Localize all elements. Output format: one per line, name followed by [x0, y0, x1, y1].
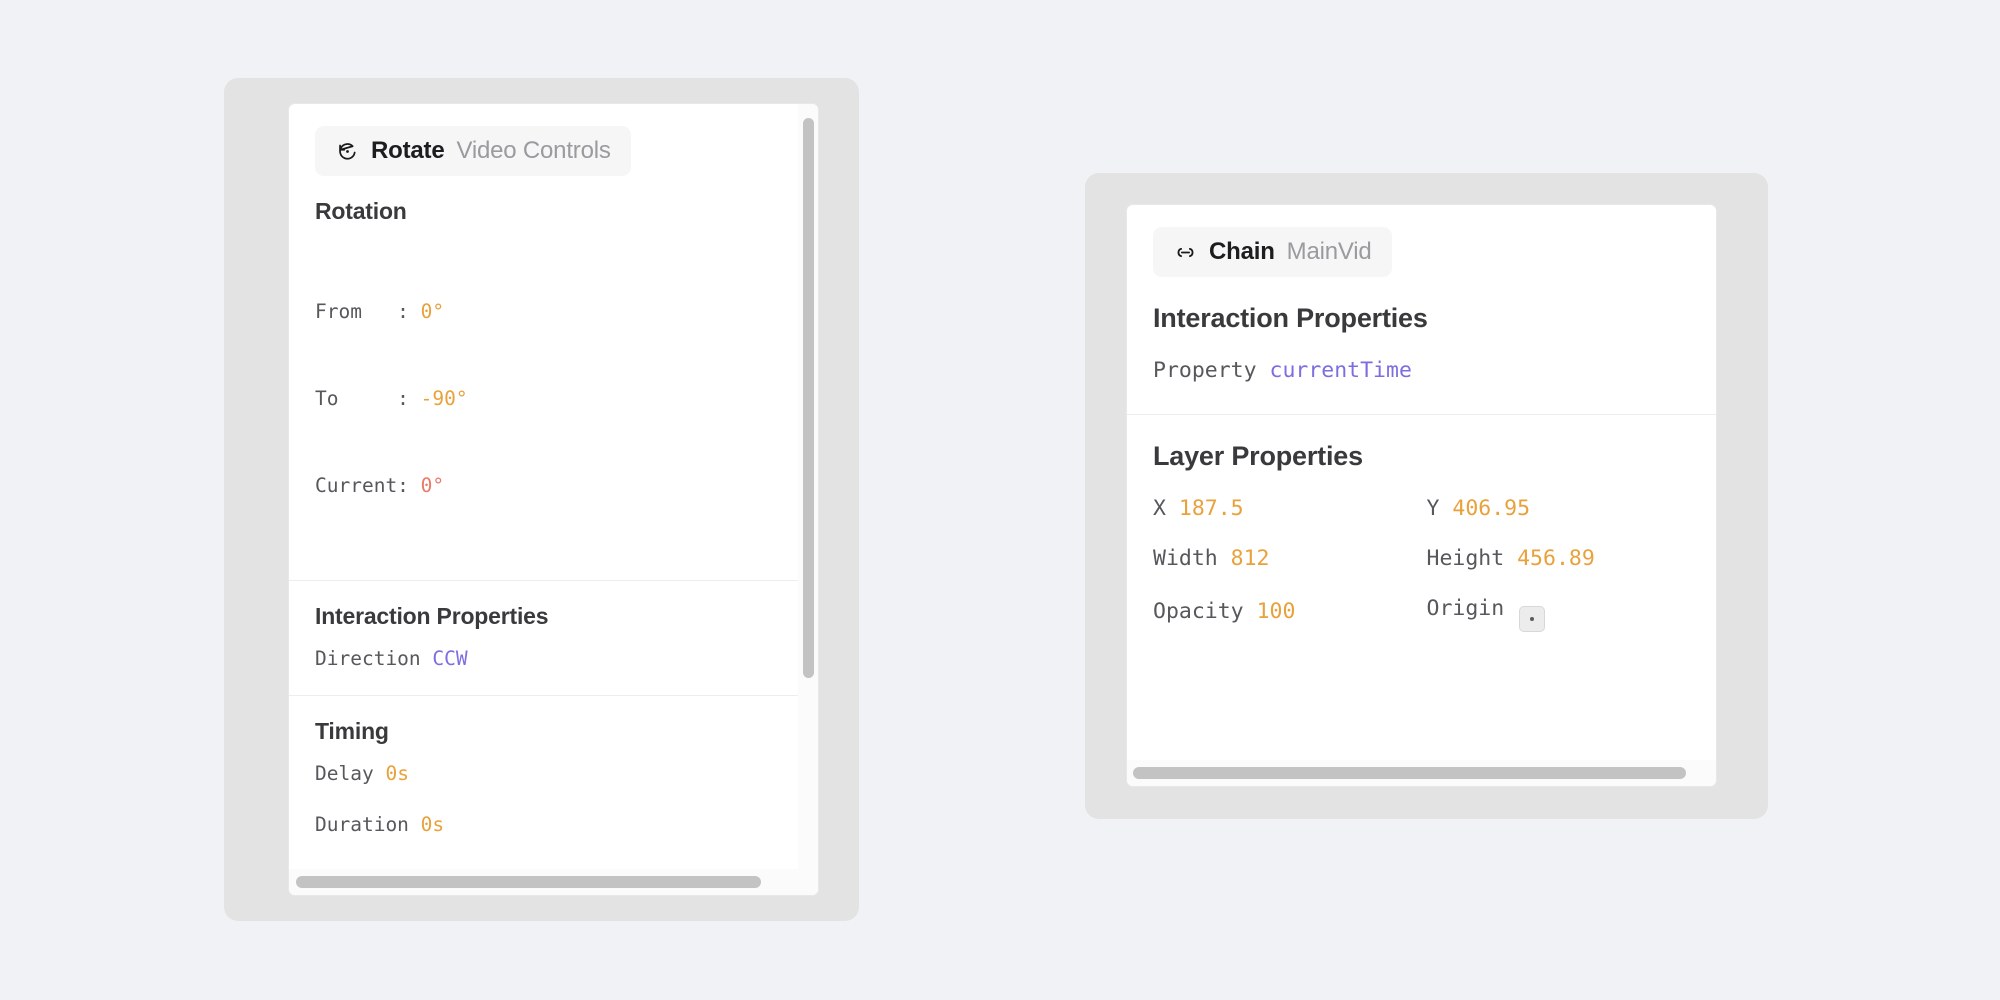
row-y-value: 406.95	[1452, 496, 1530, 521]
section-interaction-properties-chain: Interaction Properties Property currentT…	[1127, 277, 1716, 414]
origin-swatch[interactable]	[1519, 606, 1545, 632]
row-property-value: currentTime	[1270, 358, 1412, 383]
row-y-key: Y	[1427, 496, 1453, 521]
row-height-value: 456.89	[1517, 546, 1595, 571]
section-rotation: Rotation From : 0° To : -90° Current: 0°	[289, 176, 818, 580]
row-from-value: 0°	[421, 300, 444, 323]
chain-title: Chain	[1209, 238, 1275, 266]
chain-subtitle: MainVid	[1287, 238, 1372, 266]
rotate-card: Rotate Video Controls Rotation From : 0°…	[288, 103, 819, 896]
layer-properties-grid: X 187.5 Y 406.95 Width 812 Height 456.89…	[1153, 492, 1690, 632]
row-origin: Origin	[1427, 592, 1691, 632]
section-timing: Timing Delay 0s Duration 0s Easing Ease …	[289, 695, 818, 861]
row-x-value: 187.5	[1179, 496, 1244, 521]
row-delay-key: Delay	[315, 762, 385, 785]
rotate-card-scroll-area: Rotate Video Controls Rotation From : 0°…	[289, 104, 818, 861]
row-opacity-key: Opacity	[1153, 599, 1257, 624]
row-x: X 187.5	[1153, 492, 1417, 526]
row-delay-value: 0s	[385, 762, 408, 785]
row-opacity: Opacity 100	[1153, 595, 1417, 629]
row-direction-value: CCW	[432, 647, 467, 670]
row-property-key: Property	[1153, 358, 1270, 383]
rotate-panel-wrapper: Rotate Video Controls Rotation From : 0°…	[224, 78, 859, 921]
row-duration-key: Duration	[315, 813, 421, 836]
row-from: From : 0°	[315, 297, 792, 326]
row-current: Current: 0°	[315, 471, 792, 500]
chain-horizontal-scroll-thumb[interactable]	[1133, 767, 1686, 779]
section-interaction-properties-rotate-title: Interaction Properties	[315, 603, 792, 630]
row-width: Width 812	[1153, 542, 1417, 576]
screen-root: Rotate Video Controls Rotation From : 0°…	[0, 0, 2000, 1000]
origin-center-dot	[1530, 617, 1534, 621]
chain-panel-wrapper: Chain MainVid Interaction Properties Pro…	[1085, 173, 1768, 819]
section-timing-title: Timing	[315, 718, 792, 745]
row-duration: Duration 0s	[315, 810, 792, 839]
section-interaction-properties-rotate: Interaction Properties Direction CCW	[289, 580, 818, 695]
rotate-vertical-scrollbar[interactable]	[798, 104, 818, 895]
chain-card-scroll-area: Chain MainVid Interaction Properties Pro…	[1127, 205, 1716, 758]
row-height: Height 456.89	[1427, 542, 1691, 576]
section-layer-properties: Layer Properties X 187.5 Y 406.95 Width …	[1127, 414, 1716, 658]
rotate-horizontal-scrollbar[interactable]	[289, 869, 818, 895]
chain-header-row: Chain MainVid	[1127, 205, 1716, 277]
row-direction-key: Direction	[315, 647, 432, 670]
row-opacity-value: 100	[1257, 599, 1296, 624]
row-x-key: X	[1153, 496, 1179, 521]
section-layer-properties-title: Layer Properties	[1153, 441, 1690, 472]
chain-header-chip[interactable]: Chain MainVid	[1153, 227, 1392, 277]
chain-card: Chain MainVid Interaction Properties Pro…	[1126, 204, 1717, 787]
row-y: Y 406.95	[1427, 492, 1691, 526]
rotate-subtitle: Video Controls	[456, 137, 610, 165]
section-interaction-properties-chain-title: Interaction Properties	[1153, 303, 1690, 334]
rotate-horizontal-scroll-thumb[interactable]	[296, 876, 761, 888]
rotate-header-chip[interactable]: Rotate Video Controls	[315, 126, 631, 176]
row-to-key: To :	[315, 387, 421, 410]
row-to-value: -90°	[421, 387, 468, 410]
row-current-key: Current:	[315, 474, 421, 497]
rotate-ccw-icon	[335, 139, 359, 163]
row-width-key: Width	[1153, 546, 1231, 571]
chain-link-icon	[1173, 240, 1197, 264]
row-direction: Direction CCW	[315, 644, 792, 673]
row-duration-value: 0s	[421, 813, 444, 836]
row-height-key: Height	[1427, 546, 1518, 571]
chain-horizontal-scrollbar[interactable]	[1127, 760, 1716, 786]
row-property: Property currentTime	[1153, 354, 1690, 388]
rotation-values: From : 0° To : -90° Current: 0°	[315, 239, 792, 558]
row-width-value: 812	[1231, 546, 1270, 571]
row-to: To : -90°	[315, 384, 792, 413]
row-current-value: 0°	[421, 474, 444, 497]
row-delay: Delay 0s	[315, 759, 792, 788]
rotate-header-row: Rotate Video Controls	[289, 104, 818, 176]
row-origin-key: Origin	[1427, 596, 1518, 621]
section-rotation-title: Rotation	[315, 198, 792, 225]
row-from-key: From :	[315, 300, 421, 323]
rotate-vertical-scroll-thumb[interactable]	[803, 118, 814, 678]
rotate-title: Rotate	[371, 137, 444, 165]
